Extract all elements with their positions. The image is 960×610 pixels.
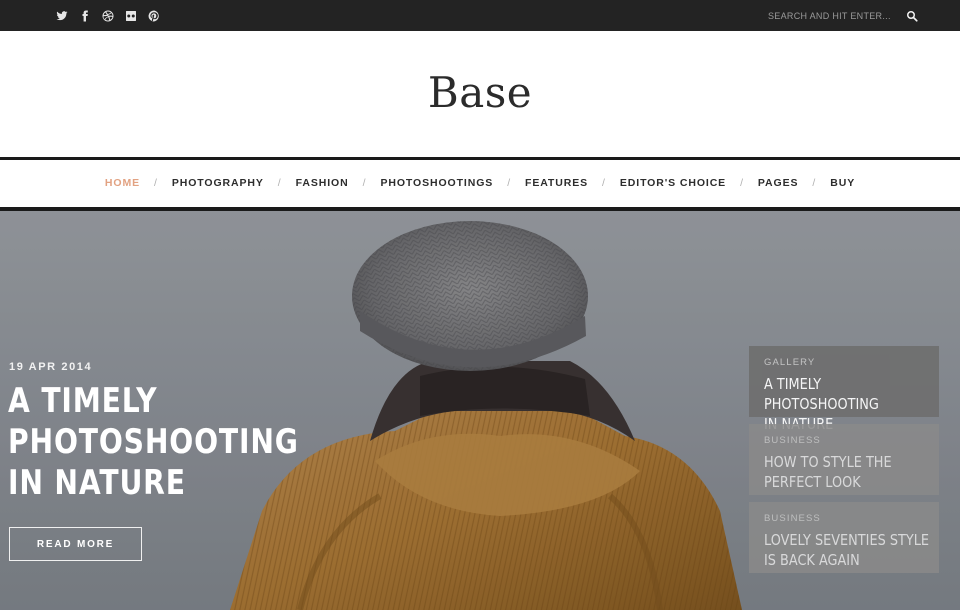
post-title-line-1: LOVELY SEVENTIES STYLE [764, 531, 930, 549]
nav-separator: / [154, 177, 158, 189]
post-category: GALLERY [764, 357, 816, 368]
main-nav: HOME / PHOTOGRAPHY / FASHION / PHOTOSHOOTINGS /… [0, 160, 960, 207]
nav-item-photography[interactable]: PHOTOGRAPHY [172, 177, 264, 189]
post-category: BUSINESS [764, 513, 821, 524]
slider-post-item[interactable]: GALLERY A TIMELY PHOTOSHOOTING IN NATURE [749, 346, 939, 433]
post-title-line-1: HOW TO STYLE THE [764, 453, 892, 471]
nav-list: HOME / PHOTOGRAPHY / FASHION / PHOTOSHOOTINGS /… [0, 177, 960, 189]
nav-separator: / [740, 177, 744, 189]
hero-title[interactable]: A TIMELY PHOTOSHOOTING IN NATURE [8, 381, 390, 504]
hero-date: 19 APR 2014 [9, 361, 93, 373]
nav-separator: / [507, 177, 512, 189]
flickr-icon[interactable] [124, 9, 138, 23]
top-bar [0, 0, 960, 31]
nav-separator: / [812, 177, 817, 189]
read-more-button[interactable]: READ MORE [9, 527, 142, 561]
post-title-line-2: PERFECT LOOK [764, 473, 861, 491]
post-title: HOW TO STYLE THE PERFECT LOOK [764, 452, 934, 492]
hero-title-line-1: A TIMELY PHOTOSHOOTING [8, 381, 299, 462]
pinterest-icon[interactable] [147, 9, 161, 23]
nav-item-fashion[interactable]: FASHION [296, 177, 349, 189]
nav-separator: / [602, 177, 606, 189]
nav-item-photoshootings[interactable]: PHOTOSHOOTINGS [380, 177, 493, 189]
nav-item-editor-s-choice[interactable]: EDITOR'S CHOICE [620, 177, 726, 189]
dribbble-icon[interactable] [101, 9, 115, 23]
post-title-line-1: A TIMELY PHOTOSHOOTING [764, 375, 879, 413]
facebook-icon[interactable] [78, 9, 92, 23]
hero-title-line-2: IN NATURE [8, 463, 186, 503]
social-links [55, 9, 170, 23]
search-input[interactable] [768, 7, 898, 24]
search-icon[interactable] [905, 9, 919, 23]
nav-separator: / [277, 177, 282, 189]
post-category: BUSINESS [764, 435, 821, 446]
slider-post-item[interactable]: BUSINESS HOW TO STYLE THE PERFECT LOOK [749, 424, 939, 495]
twitter-icon[interactable] [55, 9, 69, 23]
nav-item-pages[interactable]: PAGES [758, 177, 798, 189]
nav-item-features[interactable]: FEATURES [525, 177, 588, 189]
site-logo[interactable]: Base [0, 68, 960, 117]
nav-item-buy[interactable]: BUY [830, 177, 855, 189]
slider-post-item[interactable]: BUSINESS LOVELY SEVENTIES STYLE IS BACK … [749, 502, 939, 573]
nav-item-home[interactable]: HOME [105, 177, 140, 189]
hero-slider: 19 APR 2014 A TIMELY PHOTOSHOOTING IN NA… [0, 211, 960, 610]
post-title: LOVELY SEVENTIES STYLE IS BACK AGAIN [764, 530, 934, 570]
nav-separator: / [362, 177, 367, 189]
post-title-line-2: IS BACK AGAIN [764, 551, 860, 569]
